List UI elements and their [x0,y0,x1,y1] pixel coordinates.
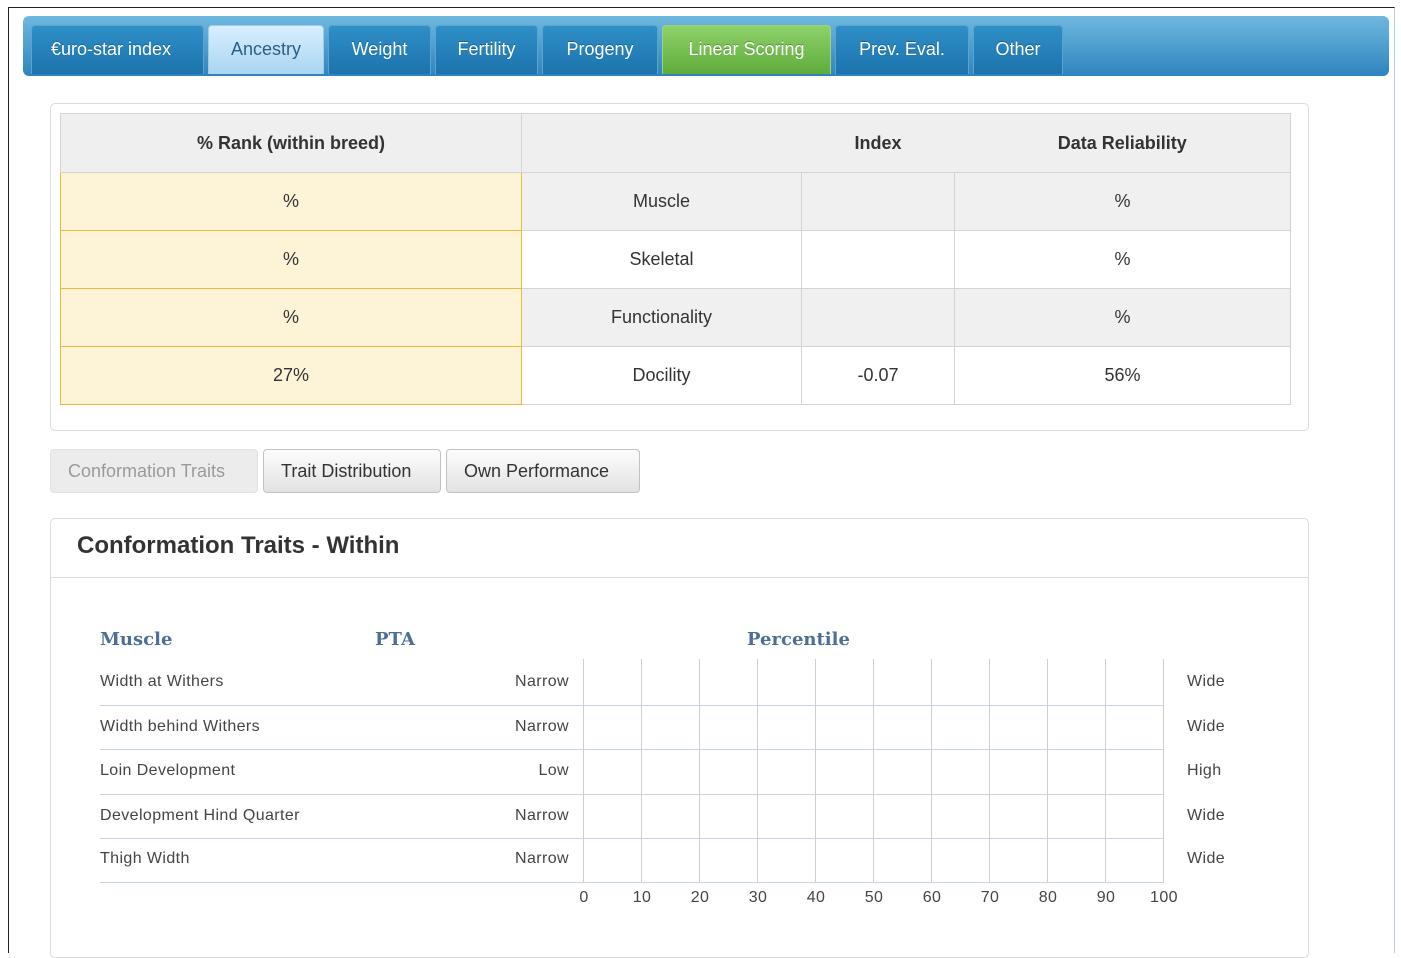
trait-cell: Skeletal [521,230,802,289]
scale-tick: 80 [1038,889,1058,906]
rank-cell: % [60,230,522,289]
tab-fertility[interactable]: Fertility [435,25,538,74]
trait-header [521,113,802,173]
group-header: Muscle [100,629,173,650]
trait-label: Width at Withers [100,673,224,690]
tab-linear-scoring[interactable]: Linear Scoring [662,25,831,74]
trait-high-label: Wide [1187,673,1226,690]
conformation-traits-button[interactable]: Conformation Traits [50,449,258,493]
reliability-cell: % [954,288,1291,347]
tab-ancestry[interactable]: Ancestry [208,25,324,74]
trait-label: Thigh Width [100,850,190,867]
table-row: % Muscle % [60,172,1291,231]
index-cell [801,230,955,289]
card-divider [51,577,1308,578]
trait-high-label: Wide [1187,850,1226,867]
trait-cell: Docility [521,346,802,405]
scale-tick: 90 [1096,889,1116,906]
trait-low-label: Low [538,762,569,779]
reliability-header: Data Reliability [954,113,1291,173]
index-cell [801,172,955,231]
reliability-cell: % [954,172,1291,231]
trait-cell: Functionality [521,288,802,347]
rank-cell: % [60,172,522,231]
row-divider [100,749,583,750]
grid-line [583,659,584,883]
grid-line [1047,659,1048,883]
trait-cell: Muscle [521,172,802,231]
scale-tick: 40 [806,889,826,906]
trait-high-label: Wide [1187,807,1226,824]
trait-label: Loin Development [100,762,236,779]
trait-high-label: High [1187,762,1222,779]
index-header: Index [801,113,955,173]
trait-low-label: Narrow [515,807,569,824]
rank-cell: % [60,288,522,347]
rank-table: % Rank (within breed) Index Data Reliabi… [60,113,1291,405]
grid-line [1105,659,1106,883]
grid-line [873,659,874,883]
index-cell: -0.07 [801,346,955,405]
table-row: % Skeletal % [60,230,1291,289]
card-title: Conformation Traits - Within [77,532,400,559]
table-row: % Functionality % [60,288,1291,347]
own-performance-button[interactable]: Own Performance [446,449,640,493]
row-divider [100,705,583,706]
tab-bar: €uro-star index Ancestry Weight Fertilit… [23,16,1389,76]
trait-low-label: Narrow [515,850,569,867]
percentile-header: Percentile [747,629,850,650]
scale-tick: 50 [864,889,884,906]
trait-label: Width behind Withers [100,718,261,735]
tab-progeny[interactable]: Progeny [542,25,658,74]
rank-cell: 27% [60,346,522,405]
tab-prev-eval[interactable]: Prev. Eval. [835,25,969,74]
trait-label: Development Hind Quarter [100,807,300,824]
trait-distribution-button[interactable]: Trait Distribution [263,449,441,493]
scale-tick: 10 [632,889,652,906]
pta-header: PTA [375,629,415,650]
grid-line [1163,659,1164,883]
row-divider [100,794,583,795]
tab-other[interactable]: Other [973,25,1063,74]
trait-low-label: Narrow [515,673,569,690]
grid-line [989,659,990,883]
grid-line [641,659,642,883]
index-cell [801,288,955,347]
scale-tick: 60 [922,889,942,906]
trait-high-label: Wide [1187,718,1226,735]
scale-tick: 70 [980,889,1000,906]
scale-tick: 20 [690,889,710,906]
scale-tick: 100 [1150,889,1178,906]
tab-weight[interactable]: Weight [328,25,431,74]
row-divider [100,838,583,839]
tab-eurostar-index[interactable]: €uro-star index [31,25,204,74]
grid-line [931,659,932,883]
grid-line [815,659,816,883]
reliability-cell: 56% [954,346,1291,405]
reliability-cell: % [954,230,1291,289]
table-row: 27% Docility -0.07 56% [60,346,1291,405]
scale-tick: 0 [579,889,589,906]
row-divider [100,882,583,883]
grid-line [757,659,758,883]
rank-header: % Rank (within breed) [60,113,522,173]
trait-low-label: Narrow [515,718,569,735]
grid-line [699,659,700,883]
scale-tick: 30 [748,889,768,906]
